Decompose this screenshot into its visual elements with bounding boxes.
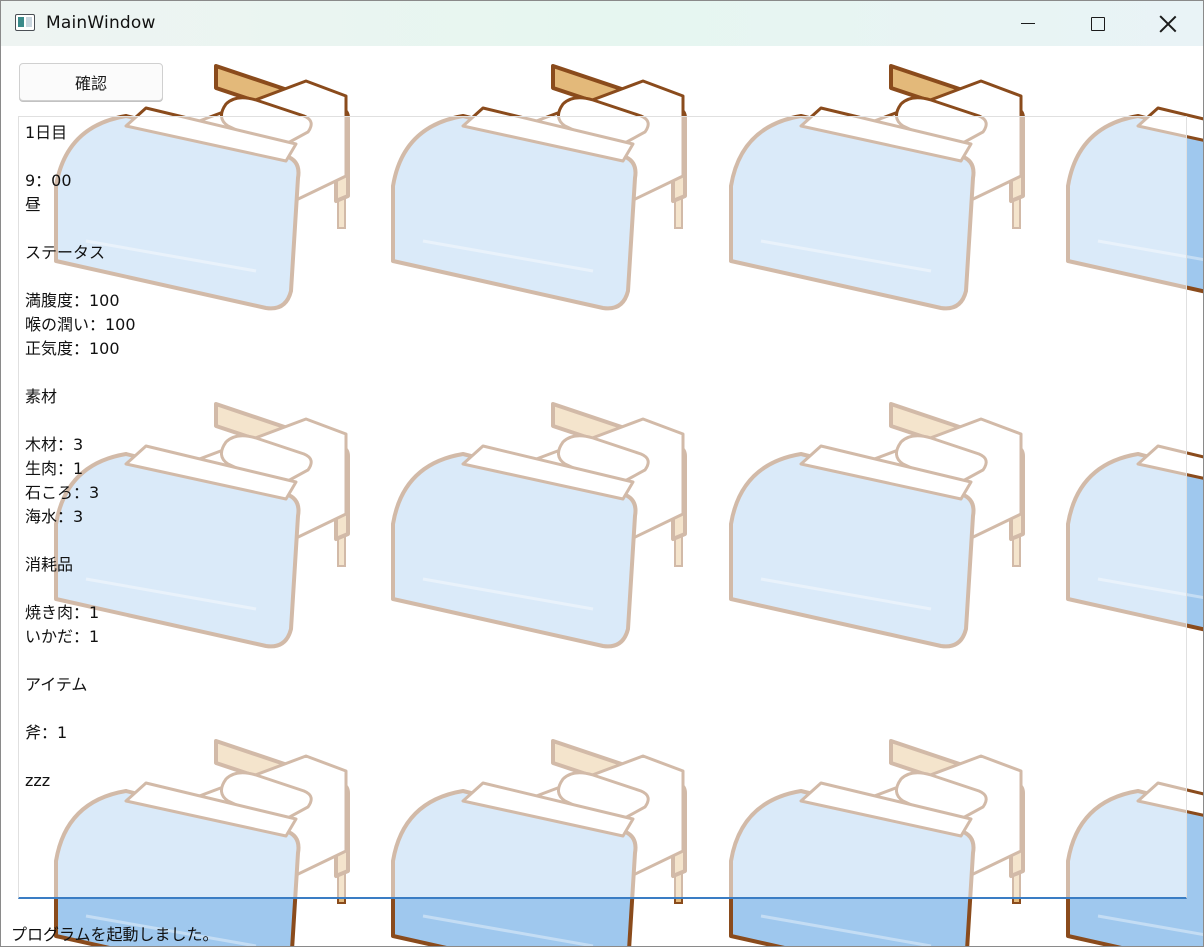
log-line: 焼き肉：1 bbox=[25, 603, 100, 622]
window-app-icon bbox=[15, 14, 35, 31]
log-line: 9：00 bbox=[25, 171, 72, 190]
log-line: 正気度：100 bbox=[25, 339, 120, 358]
log-line: 石ころ：3 bbox=[25, 483, 100, 502]
log-line: 喉の潤い：100 bbox=[25, 315, 136, 334]
log-line bbox=[25, 577, 136, 601]
log-line: ステータス bbox=[25, 243, 106, 262]
log-line bbox=[25, 409, 136, 433]
log-textbox[interactable]: 1日目 9：00 昼ステータス満腹度：100 喉の潤い：100 正気度：100 素材木材：… bbox=[18, 116, 1187, 899]
log-line: 消耗品 bbox=[25, 555, 74, 574]
log-line bbox=[25, 361, 136, 385]
log-line: いかだ：1 bbox=[25, 627, 100, 646]
window-title: MainWindow bbox=[46, 13, 156, 33]
maximize-button[interactable] bbox=[1063, 1, 1133, 46]
log-line bbox=[25, 529, 136, 553]
log-line bbox=[25, 265, 136, 289]
client-area: 確認 1日目 9：00 昼ステータス満腹度：100 喉の潤い：100 正気度：100 素材… bbox=[1, 46, 1203, 946]
log-line bbox=[25, 145, 136, 169]
log-line: 木材：3 bbox=[25, 435, 84, 454]
maximize-icon bbox=[1091, 16, 1105, 31]
title-bar[interactable]: MainWindow bbox=[1, 1, 1203, 46]
log-lines: 1日目 9：00 昼ステータス満腹度：100 喉の潤い：100 正気度：100 素材木材：… bbox=[25, 121, 136, 793]
status-bar: プログラムを起動しました。 bbox=[1, 899, 1203, 946]
log-line: 昼 bbox=[25, 195, 42, 214]
close-button[interactable] bbox=[1133, 1, 1203, 46]
log-line: 海水：3 bbox=[25, 507, 84, 526]
log-line bbox=[25, 217, 136, 241]
confirm-button[interactable]: 確認 bbox=[19, 63, 163, 101]
log-line bbox=[25, 745, 136, 769]
log-line: 斧：1 bbox=[25, 723, 68, 742]
minimize-icon bbox=[1021, 22, 1035, 25]
log-line: 生肉：1 bbox=[25, 459, 84, 478]
log-line: 1日目 bbox=[25, 123, 68, 142]
log-line: zzz bbox=[25, 771, 51, 790]
main-window: MainWindow 確認 1日目 9：00 昼 ステータス 満腹度：100 喉… bbox=[0, 0, 1204, 947]
log-line bbox=[25, 697, 136, 721]
close-icon bbox=[1159, 15, 1177, 33]
log-line: 素材 bbox=[25, 387, 58, 406]
status-text: プログラムを起動しました。 bbox=[11, 925, 219, 944]
log-line bbox=[25, 649, 136, 673]
minimize-button[interactable] bbox=[993, 1, 1063, 46]
log-line: アイテム bbox=[25, 675, 88, 694]
log-line: 満腹度：100 bbox=[25, 291, 120, 310]
